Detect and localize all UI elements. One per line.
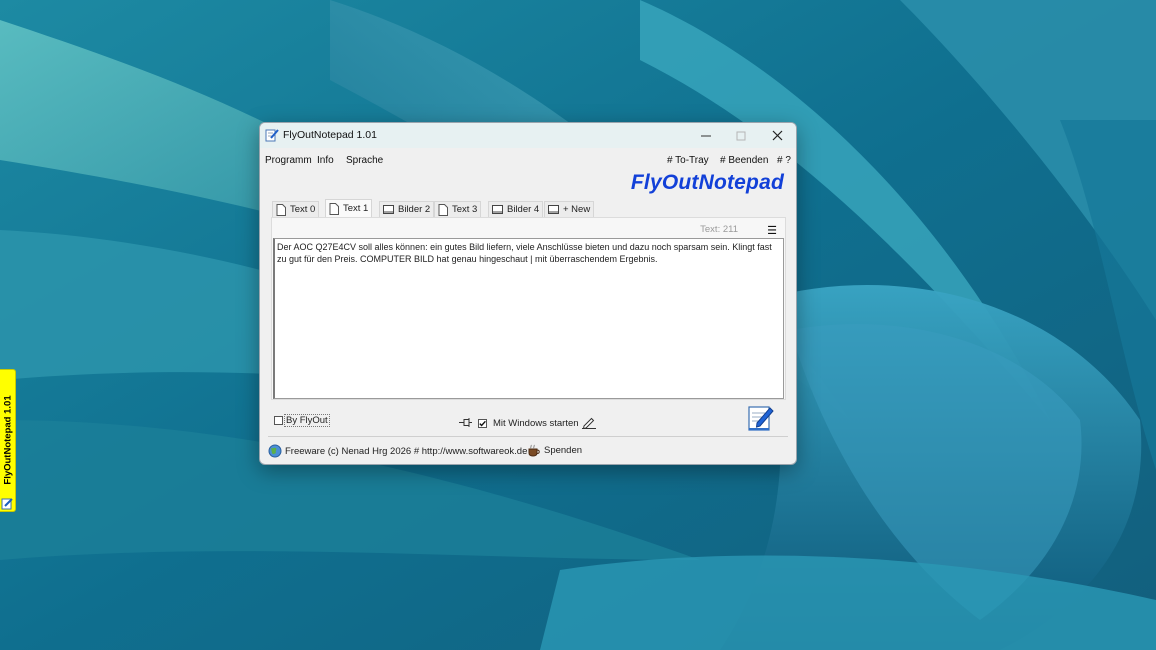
image-icon xyxy=(492,204,503,214)
tab-label: Bilder 4 xyxy=(507,204,540,215)
tab-label: Bilder 2 xyxy=(398,204,431,215)
image-icon xyxy=(548,204,559,214)
tab-label: Text 3 xyxy=(452,204,478,215)
tab-bilder-4[interactable]: Bilder 4 xyxy=(488,201,544,217)
app-window: FlyOutNotepad 1.01 Programm Info Sprache… xyxy=(259,122,797,465)
windows-start-option[interactable]: Mit Windows starten xyxy=(478,418,579,429)
tab-label: Text 0 xyxy=(290,204,316,215)
title-bar[interactable]: FlyOutNotepad 1.01 xyxy=(260,123,796,148)
editor-panel: Text: 211 ☰ Der AOC Q27E4CV soll alles k… xyxy=(271,217,786,400)
maximize-button[interactable] xyxy=(723,123,759,148)
windows-start-checkbox[interactable] xyxy=(478,419,487,428)
tab-new[interactable]: + New xyxy=(544,201,595,217)
flyout-side-tab[interactable]: FlyOutNotepad 1.01 xyxy=(0,369,16,512)
copyright-text: Freeware (c) Nenad Hrg 2026 # http://www… xyxy=(285,445,528,457)
coffee-cup-icon xyxy=(528,444,540,457)
image-icon xyxy=(383,204,394,214)
menu-beenden[interactable]: # Beenden xyxy=(720,155,768,166)
tab-text-1[interactable]: Text 1 xyxy=(325,199,373,217)
pen-icon[interactable] xyxy=(582,416,596,432)
menu-info[interactable]: Info xyxy=(317,155,334,166)
document-icon xyxy=(438,203,448,216)
maximize-icon xyxy=(736,131,746,140)
menu-sprache[interactable]: Sprache xyxy=(346,155,383,166)
minimize-button[interactable] xyxy=(688,123,724,148)
menu-programm[interactable]: Programm xyxy=(265,155,312,166)
document-icon xyxy=(329,202,339,215)
tab-text-3[interactable]: Text 3 xyxy=(434,201,482,217)
divider xyxy=(268,436,788,437)
tab-bilder-2[interactable]: Bilder 2 xyxy=(379,201,435,217)
menu-to-tray[interactable]: # To-Tray xyxy=(667,155,709,166)
by-flyout-label: By FlyOut xyxy=(284,414,330,427)
tab-label: + New xyxy=(563,204,591,215)
text-editor[interactable]: Der AOC Q27E4CV soll alles können: ein g… xyxy=(273,238,784,399)
document-icon xyxy=(276,203,286,216)
close-button[interactable] xyxy=(759,123,795,148)
close-icon xyxy=(772,130,782,141)
checkmark-icon xyxy=(479,420,486,427)
text-count: Text: 211 xyxy=(700,224,738,235)
by-flyout-checkbox[interactable] xyxy=(274,416,283,425)
app-icon xyxy=(265,128,279,145)
minimize-icon xyxy=(701,135,711,136)
brand-logo-text: FlyOutNotepad xyxy=(630,171,784,194)
menu-help[interactable]: # ? xyxy=(777,155,791,166)
menu-bar: Programm Info Sprache # To-Tray # Beende… xyxy=(260,148,796,172)
window-title: FlyOutNotepad 1.01 xyxy=(283,129,377,141)
tab-label: Text 1 xyxy=(343,203,369,214)
notepad-icon xyxy=(1,497,14,513)
pin-icon[interactable] xyxy=(459,418,472,430)
hamburger-menu-icon[interactable]: ☰ xyxy=(767,224,777,237)
notepad-edit-icon[interactable] xyxy=(747,404,775,435)
windows-start-label: Mit Windows starten xyxy=(493,418,579,429)
footer-link[interactable]: Freeware (c) Nenad Hrg 2026 # http://www… xyxy=(268,444,527,458)
by-flyout-option[interactable]: By FlyOut xyxy=(274,414,330,427)
donate-text: Spenden xyxy=(544,445,583,456)
globe-icon xyxy=(268,444,282,458)
tab-text-0[interactable]: Text 0 xyxy=(272,201,320,217)
side-tab-label: FlyOutNotepad 1.01 xyxy=(2,395,14,485)
donate-link[interactable]: Spenden xyxy=(527,444,582,457)
